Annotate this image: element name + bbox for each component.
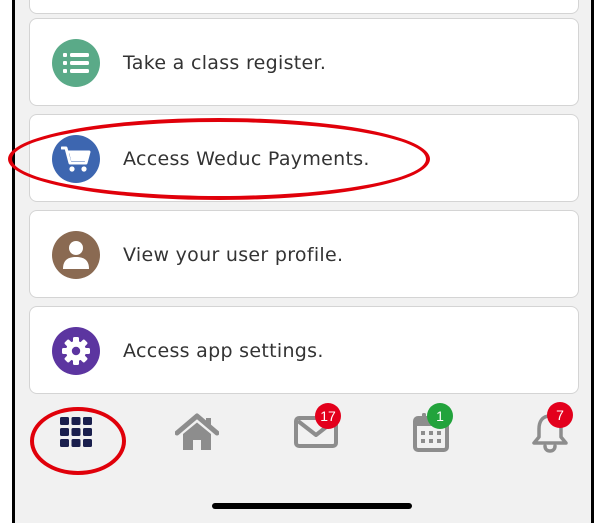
tab-notifications[interactable]: 7 xyxy=(520,402,580,454)
gear-icon xyxy=(52,327,100,375)
home-icon xyxy=(175,413,219,450)
menu-item-label: View your user profile. xyxy=(123,244,344,266)
bottom-tab-bar: 17 1 7 xyxy=(15,400,591,460)
tab-calendar[interactable]: 1 xyxy=(401,403,461,454)
home-indicator[interactable] xyxy=(212,503,412,509)
menu-item-label: Take a class register. xyxy=(123,52,327,74)
calendar-badge: 1 xyxy=(427,403,453,429)
previous-menu-item[interactable] xyxy=(29,0,579,14)
notifications-badge: 7 xyxy=(547,402,573,428)
tab-menu[interactable] xyxy=(46,410,106,454)
list-icon xyxy=(52,39,100,87)
messages-badge: 17 xyxy=(315,403,341,429)
menu-item-user-profile[interactable]: View your user profile. xyxy=(29,210,579,298)
tab-messages[interactable]: 17 xyxy=(286,403,346,454)
menu-item-weduc-payments[interactable]: Access Weduc Payments. xyxy=(29,114,579,202)
grid-icon xyxy=(60,417,92,447)
app-screen: Take a class register. Access Weduc Paym… xyxy=(12,0,594,523)
menu-item-class-register[interactable]: Take a class register. xyxy=(29,18,579,106)
menu-item-label: Access app settings. xyxy=(123,340,324,362)
user-icon xyxy=(52,231,100,279)
menu-item-label: Access Weduc Payments. xyxy=(123,148,370,170)
tab-home[interactable] xyxy=(167,410,227,454)
menu-item-app-settings[interactable]: Access app settings. xyxy=(29,306,579,394)
shopping-cart-icon xyxy=(52,135,100,183)
